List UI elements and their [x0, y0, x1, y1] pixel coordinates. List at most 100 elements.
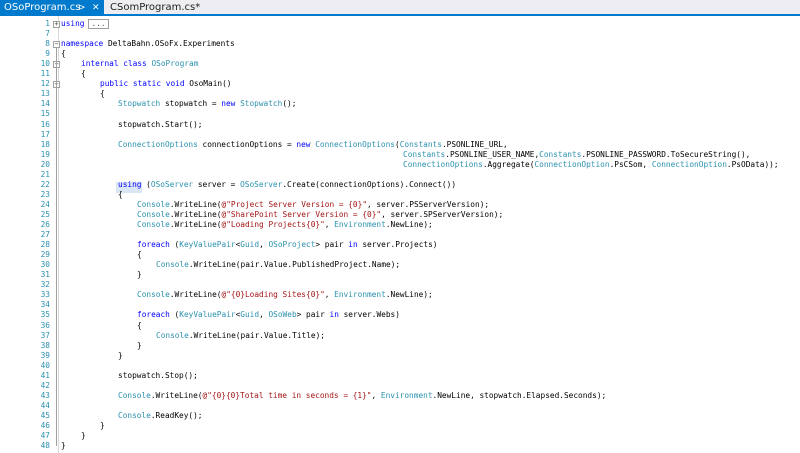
code-line[interactable]: Console.WriteLine(@"{0}Loading Sites{0}"…	[137, 290, 433, 300]
code-token: .PsCSom,	[609, 159, 652, 169]
code-line[interactable]: Console.WriteLine(pair.Value.Title);	[156, 331, 325, 341]
code-line[interactable]: Console.WriteLine(@"Project Server Versi…	[137, 200, 489, 210]
code-token: }	[137, 270, 142, 280]
line-number: 9	[45, 49, 50, 59]
tab-csomprogram[interactable]: CSomProgram.cs*	[106, 0, 200, 16]
code-token: new	[221, 99, 236, 109]
code-line[interactable]: internal class OSoProgram	[81, 59, 198, 69]
tab-label: CSomProgram.cs*	[110, 2, 201, 13]
code-line[interactable]: {	[100, 89, 105, 99]
code-token: }	[100, 421, 105, 430]
code-token: Console	[118, 410, 151, 420]
code-token: Constants	[399, 139, 442, 149]
code-line[interactable]: {	[137, 321, 142, 331]
code-line[interactable]: stopwatch.Stop();	[118, 371, 198, 381]
code-line[interactable]: {	[81, 69, 86, 79]
code-token: {	[137, 320, 142, 330]
code-token: .NewLine);	[385, 290, 433, 300]
code-line[interactable]: Console.WriteLine(@"Loading Projects{0}"…	[137, 220, 433, 230]
code-token: Stopwatch	[118, 99, 161, 109]
code-token: Console	[137, 199, 170, 209]
collapse-icon[interactable]: −	[53, 40, 60, 48]
code-token: OSoProject	[268, 240, 316, 250]
code-token: {	[61, 49, 66, 59]
code-token: (	[169, 310, 180, 320]
code-line[interactable]: public static void OsoMain()	[100, 79, 231, 89]
code-token: public	[100, 79, 129, 89]
code-line[interactable]: }	[118, 351, 123, 361]
code-line[interactable]: foreach (KeyValuePair<Guid, OSoProject> …	[137, 240, 437, 250]
code-line[interactable]: }	[137, 341, 142, 351]
code-line[interactable]: Console.WriteLine(@"{0}{0}Total time in …	[118, 391, 606, 401]
code-line[interactable]: ConnectionOptions connectionOptions = ne…	[118, 140, 508, 150]
collapsed-region-marker[interactable]: ...	[88, 19, 109, 29]
code-token: static	[132, 79, 162, 89]
code-token: Console	[137, 209, 170, 219]
code-line[interactable]: ConnectionOptions.Aggregate(ConnectionOp…	[403, 160, 779, 170]
code-line[interactable]: }	[61, 441, 66, 451]
code-token: DeltaBahn.OSoFx.Experiments	[103, 39, 235, 49]
code-editor[interactable]: 1 + using... 7 8− namespace DeltaBahn.OSoFx.E…	[0, 16, 800, 453]
code-line[interactable]: }	[137, 270, 142, 280]
code-line[interactable]: Console.ReadKey();	[118, 411, 203, 421]
line-number: 28	[40, 240, 50, 250]
code-token: server.Webs)	[338, 310, 400, 320]
tab-label: OSoProgram.cs	[4, 2, 81, 13]
line-number: 1	[45, 19, 50, 28]
code-line[interactable]: using (OSoServer server = OSoServer.Crea…	[118, 180, 456, 190]
code-line[interactable]: Stopwatch stopwatch = new Stopwatch();	[118, 99, 296, 109]
code-line[interactable]: {	[137, 250, 142, 260]
code-token: ConnectionOption	[534, 159, 610, 169]
code-token: OSoWeb	[268, 310, 297, 320]
code-token: stopwatch =	[160, 99, 222, 109]
line-number: 35	[40, 310, 50, 320]
line-number: 13	[40, 89, 50, 99]
code-token: using	[61, 19, 85, 28]
code-line[interactable]: namespace DeltaBahn.OSoFx.Experiments	[61, 39, 235, 49]
code-token: KeyValuePair	[179, 310, 236, 320]
pin-icon[interactable]: ⊳	[78, 0, 86, 16]
code-token: ,	[324, 220, 335, 229]
code-token: (	[169, 240, 180, 250]
code-line[interactable]: Console.WriteLine(@"SharePoint Server Ve…	[137, 210, 503, 220]
expand-icon[interactable]: +	[53, 20, 60, 28]
line-number: 15	[40, 109, 50, 119]
line-number: 11	[40, 69, 50, 79]
code-line[interactable]: }	[100, 421, 105, 431]
code-token: ,	[324, 290, 335, 300]
code-token: Environment	[334, 220, 386, 229]
tab-osoprogram[interactable]: OSoProgram.cs ⊳ ✕	[0, 0, 104, 16]
code-token: .PsOData));	[726, 159, 779, 169]
code-token: Environment	[380, 390, 433, 400]
code-token: Constants	[403, 149, 446, 159]
document-tab-bar: OSoProgram.cs ⊳ ✕ CSomProgram.cs*	[0, 0, 800, 16]
close-icon[interactable]: ✕	[92, 0, 100, 16]
code-token: {	[100, 89, 105, 99]
code-line[interactable]: Constants.PSONLINE_USER_NAME,Constants.P…	[403, 150, 750, 160]
code-token: , server.PSServerVersion);	[367, 199, 490, 209]
line-number: 16	[40, 119, 50, 129]
line-number: 10	[40, 59, 50, 69]
code-line[interactable]: {	[118, 190, 123, 200]
line-number: 46	[40, 421, 50, 430]
code-token: ConnectionOption	[651, 159, 727, 169]
code-line[interactable]: stopwatch.Start();	[118, 120, 203, 130]
code-token: class	[123, 59, 147, 69]
code-token: OSoProgram	[151, 59, 199, 69]
code-line[interactable]: foreach (KeyValuePair<Guid, OSoWeb> pair…	[137, 310, 400, 320]
code-line[interactable]: {	[61, 49, 66, 59]
code-token: (	[141, 179, 151, 189]
line-number: 7	[45, 29, 50, 39]
line-number: 36	[40, 320, 50, 330]
code-token: .PSONLINE_USER_NAME,	[445, 149, 540, 159]
code-line[interactable]: }	[81, 431, 86, 441]
code-token: ();	[282, 99, 297, 109]
code-token: .WriteLine(	[150, 390, 203, 400]
code-token: OsoMain()	[184, 79, 232, 89]
code-token: .ReadKey();	[150, 410, 203, 420]
code-token: {	[81, 69, 86, 79]
line-number: 22	[40, 179, 50, 189]
code-line[interactable]: Console.WriteLine(pair.Value.PublishedPr…	[156, 260, 400, 270]
code-line[interactable]: using...	[61, 19, 109, 29]
code-token: Constants	[539, 149, 582, 159]
